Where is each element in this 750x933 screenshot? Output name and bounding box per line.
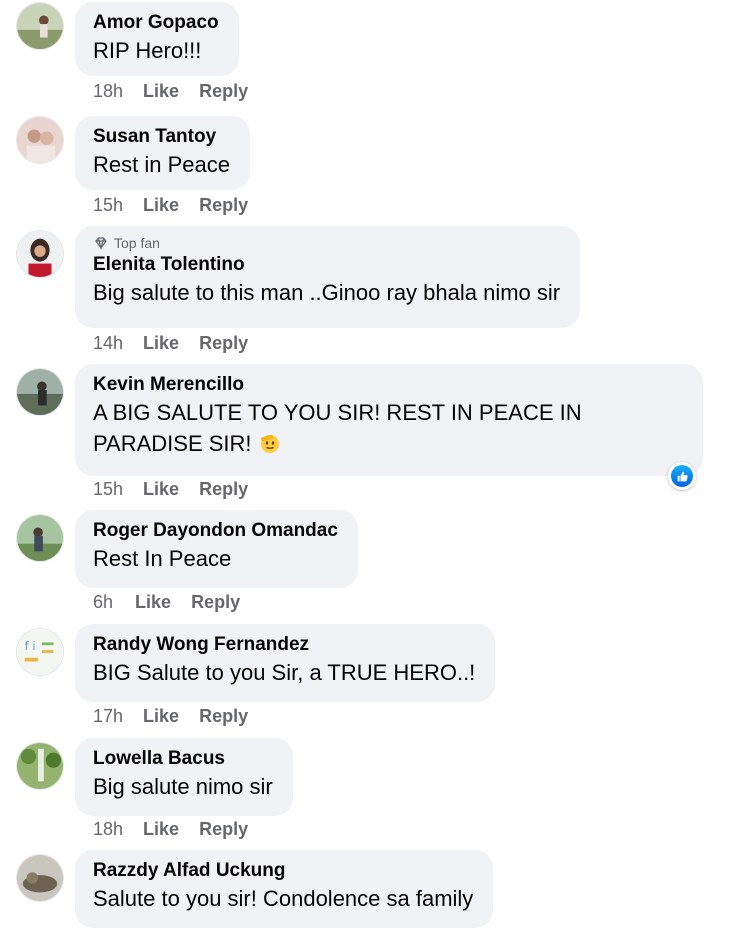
- comment-bubble: Randy Wong Fernandez BIG Salute to you S…: [75, 624, 496, 702]
- like-button[interactable]: Like: [143, 706, 179, 727]
- reply-button[interactable]: Reply: [199, 819, 248, 840]
- comment-author[interactable]: Kevin Merencillo: [93, 373, 683, 397]
- reply-button[interactable]: Reply: [199, 479, 248, 500]
- comment-actions: 17h Like Reply: [93, 706, 248, 727]
- comment-bubble: Kevin Merencillo A BIG SALUTE TO YOU SIR…: [75, 364, 703, 476]
- comment-bubble: Amor Gopaco RIP Hero!!!: [75, 2, 239, 76]
- comment-time[interactable]: 18h: [93, 819, 123, 840]
- svg-text:f i: f i: [25, 639, 36, 653]
- like-button[interactable]: Like: [143, 819, 179, 840]
- comment-author[interactable]: Razzdy Alfad Uckung: [93, 859, 473, 883]
- avatar[interactable]: [16, 2, 64, 50]
- comment-text: Big salute nimo sir: [93, 774, 273, 799]
- comment-bubble: Razzdy Alfad Uckung Salute to you sir! C…: [75, 850, 494, 928]
- comment-time[interactable]: 17h: [93, 706, 123, 727]
- top-fan-label: Top fan: [114, 235, 160, 251]
- avatar[interactable]: [16, 116, 64, 164]
- top-fan-badge: Top fan: [93, 235, 560, 251]
- comment-text-content: A BIG SALUTE TO YOU SIR! REST IN PEACE I…: [93, 400, 582, 456]
- avatar[interactable]: [16, 854, 64, 902]
- like-button[interactable]: Like: [143, 195, 179, 216]
- comment-actions: 6h Like Reply: [93, 592, 240, 613]
- like-reaction-icon[interactable]: [668, 462, 696, 490]
- comment-author[interactable]: Amor Gopaco: [93, 11, 219, 35]
- reply-button[interactable]: Reply: [199, 81, 248, 102]
- reply-button[interactable]: Reply: [199, 706, 248, 727]
- like-button[interactable]: Like: [135, 592, 171, 613]
- comment-actions: 15h Like Reply: [93, 479, 248, 500]
- thumbs-up-icon: [671, 465, 693, 487]
- comment-actions: 18h Like Reply: [93, 819, 248, 840]
- like-button[interactable]: Like: [143, 479, 179, 500]
- comment-bubble: Lowella Bacus Big salute nimo sir: [75, 738, 293, 816]
- like-button[interactable]: Like: [143, 333, 179, 354]
- comment-time[interactable]: 6h: [93, 592, 113, 613]
- comment-time[interactable]: 14h: [93, 333, 123, 354]
- comment-text: A BIG SALUTE TO YOU SIR! REST IN PEACE I…: [93, 397, 683, 459]
- like-button[interactable]: Like: [143, 81, 179, 102]
- comment-author[interactable]: Susan Tantoy: [93, 125, 230, 149]
- comment-text: Rest in Peace: [93, 152, 230, 177]
- comment-bubble: Susan Tantoy Rest in Peace: [75, 116, 250, 190]
- avatar[interactable]: [16, 368, 64, 416]
- reply-button[interactable]: Reply: [199, 195, 248, 216]
- avatar[interactable]: [16, 742, 64, 790]
- comment-actions: 14h Like Reply: [93, 333, 248, 354]
- comment-actions: 15h Like Reply: [93, 195, 248, 216]
- comment-actions: 18h Like Reply: [93, 81, 248, 102]
- avatar[interactable]: f i: [16, 628, 64, 676]
- reply-button[interactable]: Reply: [191, 592, 240, 613]
- comment-text: RIP Hero!!!: [93, 38, 202, 63]
- saluting-face-emoji: [260, 434, 279, 453]
- comment-text: BIG Salute to you Sir, a TRUE HERO..!: [93, 660, 476, 685]
- reply-button[interactable]: Reply: [199, 333, 248, 354]
- comment-text: Salute to you sir! Condolence sa family: [93, 886, 474, 911]
- comment-time[interactable]: 15h: [93, 479, 123, 500]
- comment-bubble: Roger Dayondon Omandac Rest In Peace: [75, 510, 358, 588]
- comment-time[interactable]: 15h: [93, 195, 123, 216]
- avatar[interactable]: [16, 514, 64, 562]
- comment-text: Rest In Peace: [93, 546, 232, 571]
- avatar[interactable]: [16, 230, 64, 278]
- comment-author[interactable]: Roger Dayondon Omandac: [93, 519, 338, 543]
- comment-author[interactable]: Lowella Bacus: [93, 747, 273, 771]
- comment-text: Big salute to this man ..Ginoo ray bhala…: [93, 280, 561, 305]
- comment-author[interactable]: Randy Wong Fernandez: [93, 633, 475, 657]
- comment-bubble: Top fan Elenita Tolentino Big salute to …: [75, 226, 581, 328]
- diamond-icon: [95, 237, 107, 251]
- comment-author[interactable]: Elenita Tolentino: [93, 253, 560, 277]
- comment-time[interactable]: 18h: [93, 81, 123, 102]
